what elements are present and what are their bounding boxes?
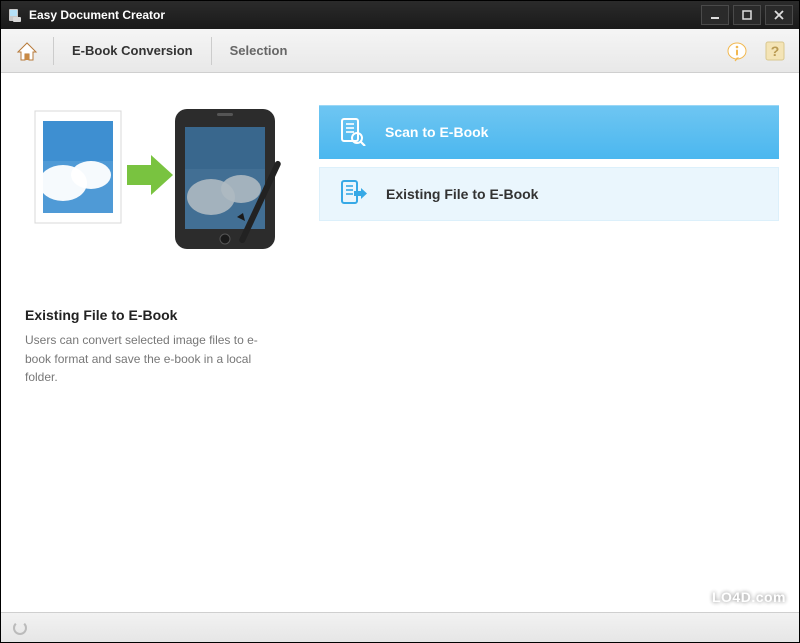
- info-icon: [726, 40, 748, 62]
- toolbar-divider: [211, 37, 212, 65]
- arrow-right-icon: [127, 155, 173, 195]
- option-label: Scan to E-Book: [385, 124, 488, 140]
- info-button[interactable]: [723, 37, 751, 65]
- window-minimize-button[interactable]: [701, 5, 729, 25]
- window-titlebar: Easy Document Creator: [1, 1, 799, 29]
- window-maximize-button[interactable]: [733, 5, 761, 25]
- help-button[interactable]: ?: [761, 37, 789, 65]
- window-close-button[interactable]: [765, 5, 793, 25]
- help-icon: ?: [764, 40, 786, 62]
- option-scan-to-ebook[interactable]: Scan to E-Book: [319, 105, 779, 159]
- option-existing-file-to-ebook[interactable]: Existing File to E-Book: [319, 167, 779, 221]
- home-button[interactable]: [11, 35, 43, 67]
- conversion-illustration: [25, 97, 285, 257]
- panel-title: Existing File to E-Book: [25, 307, 305, 323]
- app-icon: [7, 7, 23, 23]
- breadcrumb-section[interactable]: E-Book Conversion: [64, 43, 201, 58]
- document-arrow-icon: [338, 178, 368, 211]
- document-scan-icon: [337, 116, 367, 149]
- status-bar: [1, 612, 799, 642]
- svg-text:?: ?: [771, 43, 780, 59]
- panel-description: Users can convert selected image files t…: [25, 331, 275, 387]
- toolbar: E-Book Conversion Selection ?: [1, 29, 799, 73]
- breadcrumb-sub: Selection: [222, 43, 296, 58]
- home-icon: [13, 37, 41, 65]
- option-label: Existing File to E-Book: [386, 186, 538, 202]
- window-title: Easy Document Creator: [29, 8, 697, 22]
- loading-spinner-icon: [13, 621, 27, 635]
- toolbar-divider: [53, 37, 54, 65]
